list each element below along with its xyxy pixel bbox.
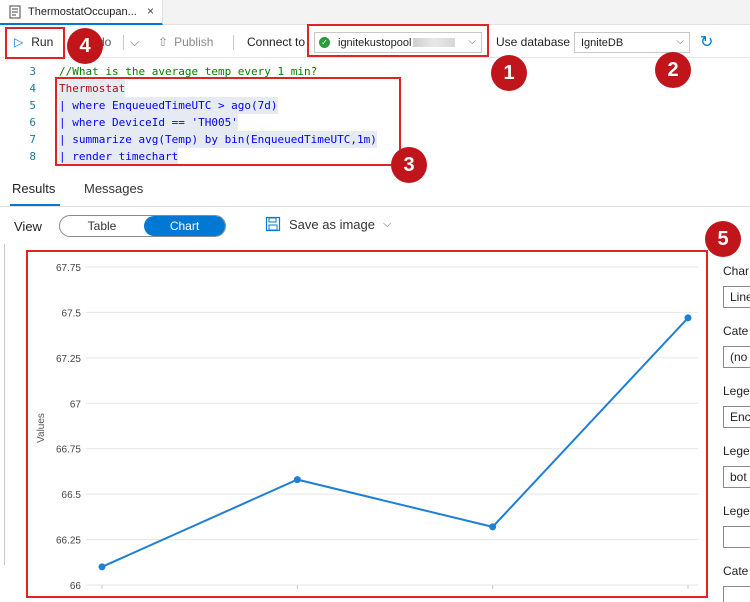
legend-select[interactable]: Enc xyxy=(723,406,750,428)
line-number: 8 xyxy=(29,150,36,163)
save-image-icon xyxy=(265,216,281,232)
line-number: 3 xyxy=(29,65,36,78)
view-toggle: Table Chart xyxy=(59,215,226,237)
query-document-icon xyxy=(9,5,21,18)
save-as-image-label: Save as image xyxy=(289,216,375,232)
line-number: 4 xyxy=(29,82,36,95)
document-tab-label: ThermostatOccupan... xyxy=(28,5,137,18)
legend-position-label: Lege xyxy=(723,444,750,458)
chart-settings-panel: Char Line Cate (no Lege Enc Lege bot Leg… xyxy=(720,250,750,602)
connect-to-label: Connect to xyxy=(247,35,306,49)
query-callout-box xyxy=(55,77,401,166)
view-option-table[interactable]: Table xyxy=(60,216,144,236)
cluster-callout-box xyxy=(307,24,489,57)
category-option-label: Cate xyxy=(723,564,749,578)
results-left-border xyxy=(4,244,5,565)
results-tab-bar: Results Messages xyxy=(0,172,750,207)
database-select[interactable]: IgniteDB ⌵ xyxy=(574,32,690,53)
annotation-badge-5: 5 xyxy=(705,221,741,257)
close-icon[interactable]: × xyxy=(147,4,154,18)
chevron-down-icon: ⌵ xyxy=(383,217,392,230)
query-editor-window: ThermostatOccupan... × ▷ Run do ⌵ ⇧ Publ… xyxy=(0,0,750,602)
publish-button-label: Publish xyxy=(174,35,214,49)
chart-type-select[interactable]: Line xyxy=(723,286,750,308)
line-number: 5 xyxy=(29,99,36,112)
view-option-chart[interactable]: Chart xyxy=(144,216,225,236)
legend-option-label: Lege xyxy=(723,504,750,518)
annotation-badge-1: 1 xyxy=(491,55,527,91)
legend-label: Lege xyxy=(723,384,750,398)
view-label: View xyxy=(14,219,42,234)
annotation-badge-4: 4 xyxy=(67,28,103,64)
category-option-select[interactable] xyxy=(723,586,750,602)
line-number: 6 xyxy=(29,116,36,129)
category-label: Cate xyxy=(723,324,749,338)
annotation-badge-2: 2 xyxy=(655,52,691,88)
database-select-value: IgniteDB xyxy=(581,36,624,49)
use-database-label: Use database xyxy=(496,35,571,49)
save-as-image-button[interactable]: Save as image ⌵ xyxy=(265,216,391,232)
legend-option-select[interactable] xyxy=(723,526,750,548)
active-tab-indicator xyxy=(10,204,60,206)
document-tab[interactable]: ThermostatOccupan... × xyxy=(0,0,163,25)
run-callout-box xyxy=(5,27,65,59)
toolbar-divider xyxy=(233,35,234,50)
tab-messages[interactable]: Messages xyxy=(84,181,143,196)
chart-type-label: Char xyxy=(723,264,750,278)
legend-position-select[interactable]: bot xyxy=(723,466,750,488)
publish-button[interactable]: ⇧ Publish xyxy=(158,26,213,58)
line-number: 7 xyxy=(29,133,36,146)
annotation-badge-3: 3 xyxy=(391,147,427,183)
refresh-icon[interactable]: ↻ xyxy=(700,32,713,52)
document-tab-strip: ThermostatOccupan... × xyxy=(0,0,750,25)
toolbar-divider xyxy=(123,35,124,50)
category-select[interactable]: (no xyxy=(723,346,750,368)
chevron-down-icon[interactable]: ⌵ xyxy=(130,26,139,58)
tab-results[interactable]: Results xyxy=(12,181,55,196)
chart-callout-box xyxy=(26,250,708,598)
view-controls: View Table Chart Save as image ⌵ xyxy=(0,208,750,244)
upload-icon: ⇧ xyxy=(158,35,169,49)
chevron-down-icon: ⌵ xyxy=(676,36,684,47)
